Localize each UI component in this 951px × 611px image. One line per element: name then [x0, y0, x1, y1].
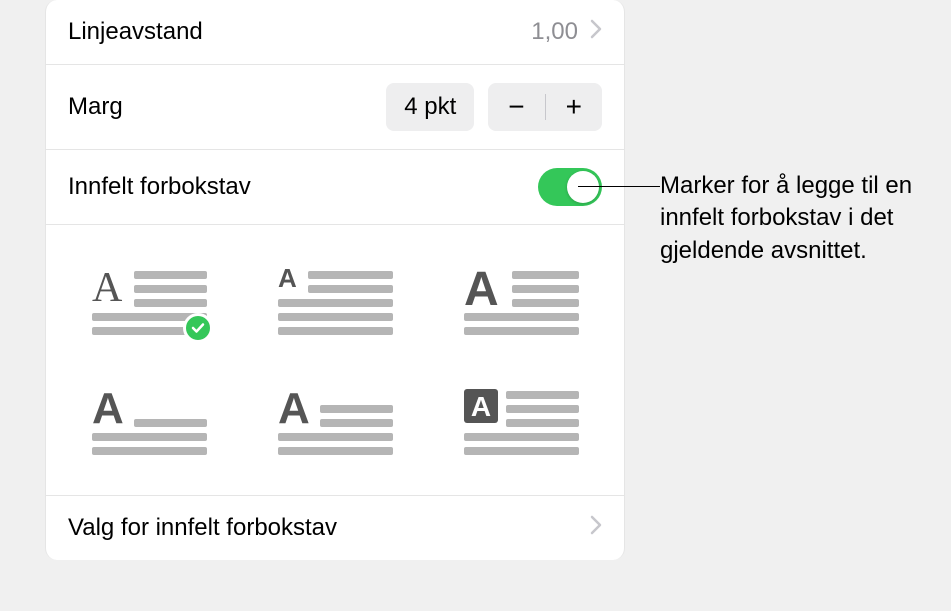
dropcap-style-4[interactable]: A [76, 385, 222, 455]
chevron-right-icon [590, 514, 602, 542]
svg-text:A: A [464, 265, 499, 316]
dropcap-style-3[interactable]: A [448, 265, 594, 335]
dropcap-toggle[interactable] [538, 168, 602, 206]
margin-stepper: − + [488, 83, 602, 131]
check-icon [183, 313, 213, 343]
dropcap-style-6[interactable]: A [448, 385, 594, 455]
callout-line [578, 186, 660, 187]
dropcap-style-icon: A [464, 385, 579, 455]
dropcap-options-row[interactable]: Valg for innfelt forbokstav [46, 496, 624, 560]
line-spacing-label: Linjeavstand [68, 18, 203, 46]
svg-text:A: A [278, 265, 297, 293]
dropcap-style-icon: A [464, 265, 579, 335]
line-spacing-row[interactable]: Linjeavstand 1,00 [46, 0, 624, 65]
margin-label: Marg [68, 93, 123, 121]
dropcap-style-1[interactable]: A [76, 265, 222, 335]
dropcap-options-label: Valg for innfelt forbokstav [68, 514, 337, 542]
svg-text:A: A [92, 385, 124, 433]
dropcap-label: Innfelt forbokstav [68, 173, 251, 201]
dropcap-row: Innfelt forbokstav [46, 150, 624, 225]
dropcap-style-icon: A [92, 265, 207, 335]
dropcap-style-icon: A [278, 385, 393, 455]
settings-panel: Linjeavstand 1,00 Marg 4 pkt − + Innfelt… [45, 0, 625, 560]
margin-row: Marg 4 pkt − + [46, 65, 624, 150]
margin-value: 4 pkt [386, 83, 474, 131]
chevron-right-icon [590, 18, 602, 46]
svg-text:A: A [278, 385, 310, 433]
margin-increase-button[interactable]: + [546, 83, 602, 131]
toggle-knob [567, 171, 599, 203]
dropcap-style-icon: A [278, 265, 393, 335]
margin-controls: 4 pkt − + [386, 83, 602, 131]
dropcap-style-icon: A [92, 385, 207, 455]
dropcap-style-2[interactable]: A [262, 265, 408, 335]
annotation-text: Marker for å legge til en innfelt forbok… [660, 170, 940, 267]
svg-text:A: A [470, 391, 490, 422]
dropcap-style-5[interactable]: A [262, 385, 408, 455]
line-spacing-value-group: 1,00 [531, 18, 602, 46]
margin-decrease-button[interactable]: − [488, 83, 544, 131]
dropcap-style-grid: A A [46, 225, 624, 496]
svg-text:A: A [92, 265, 123, 311]
line-spacing-value: 1,00 [531, 18, 578, 46]
